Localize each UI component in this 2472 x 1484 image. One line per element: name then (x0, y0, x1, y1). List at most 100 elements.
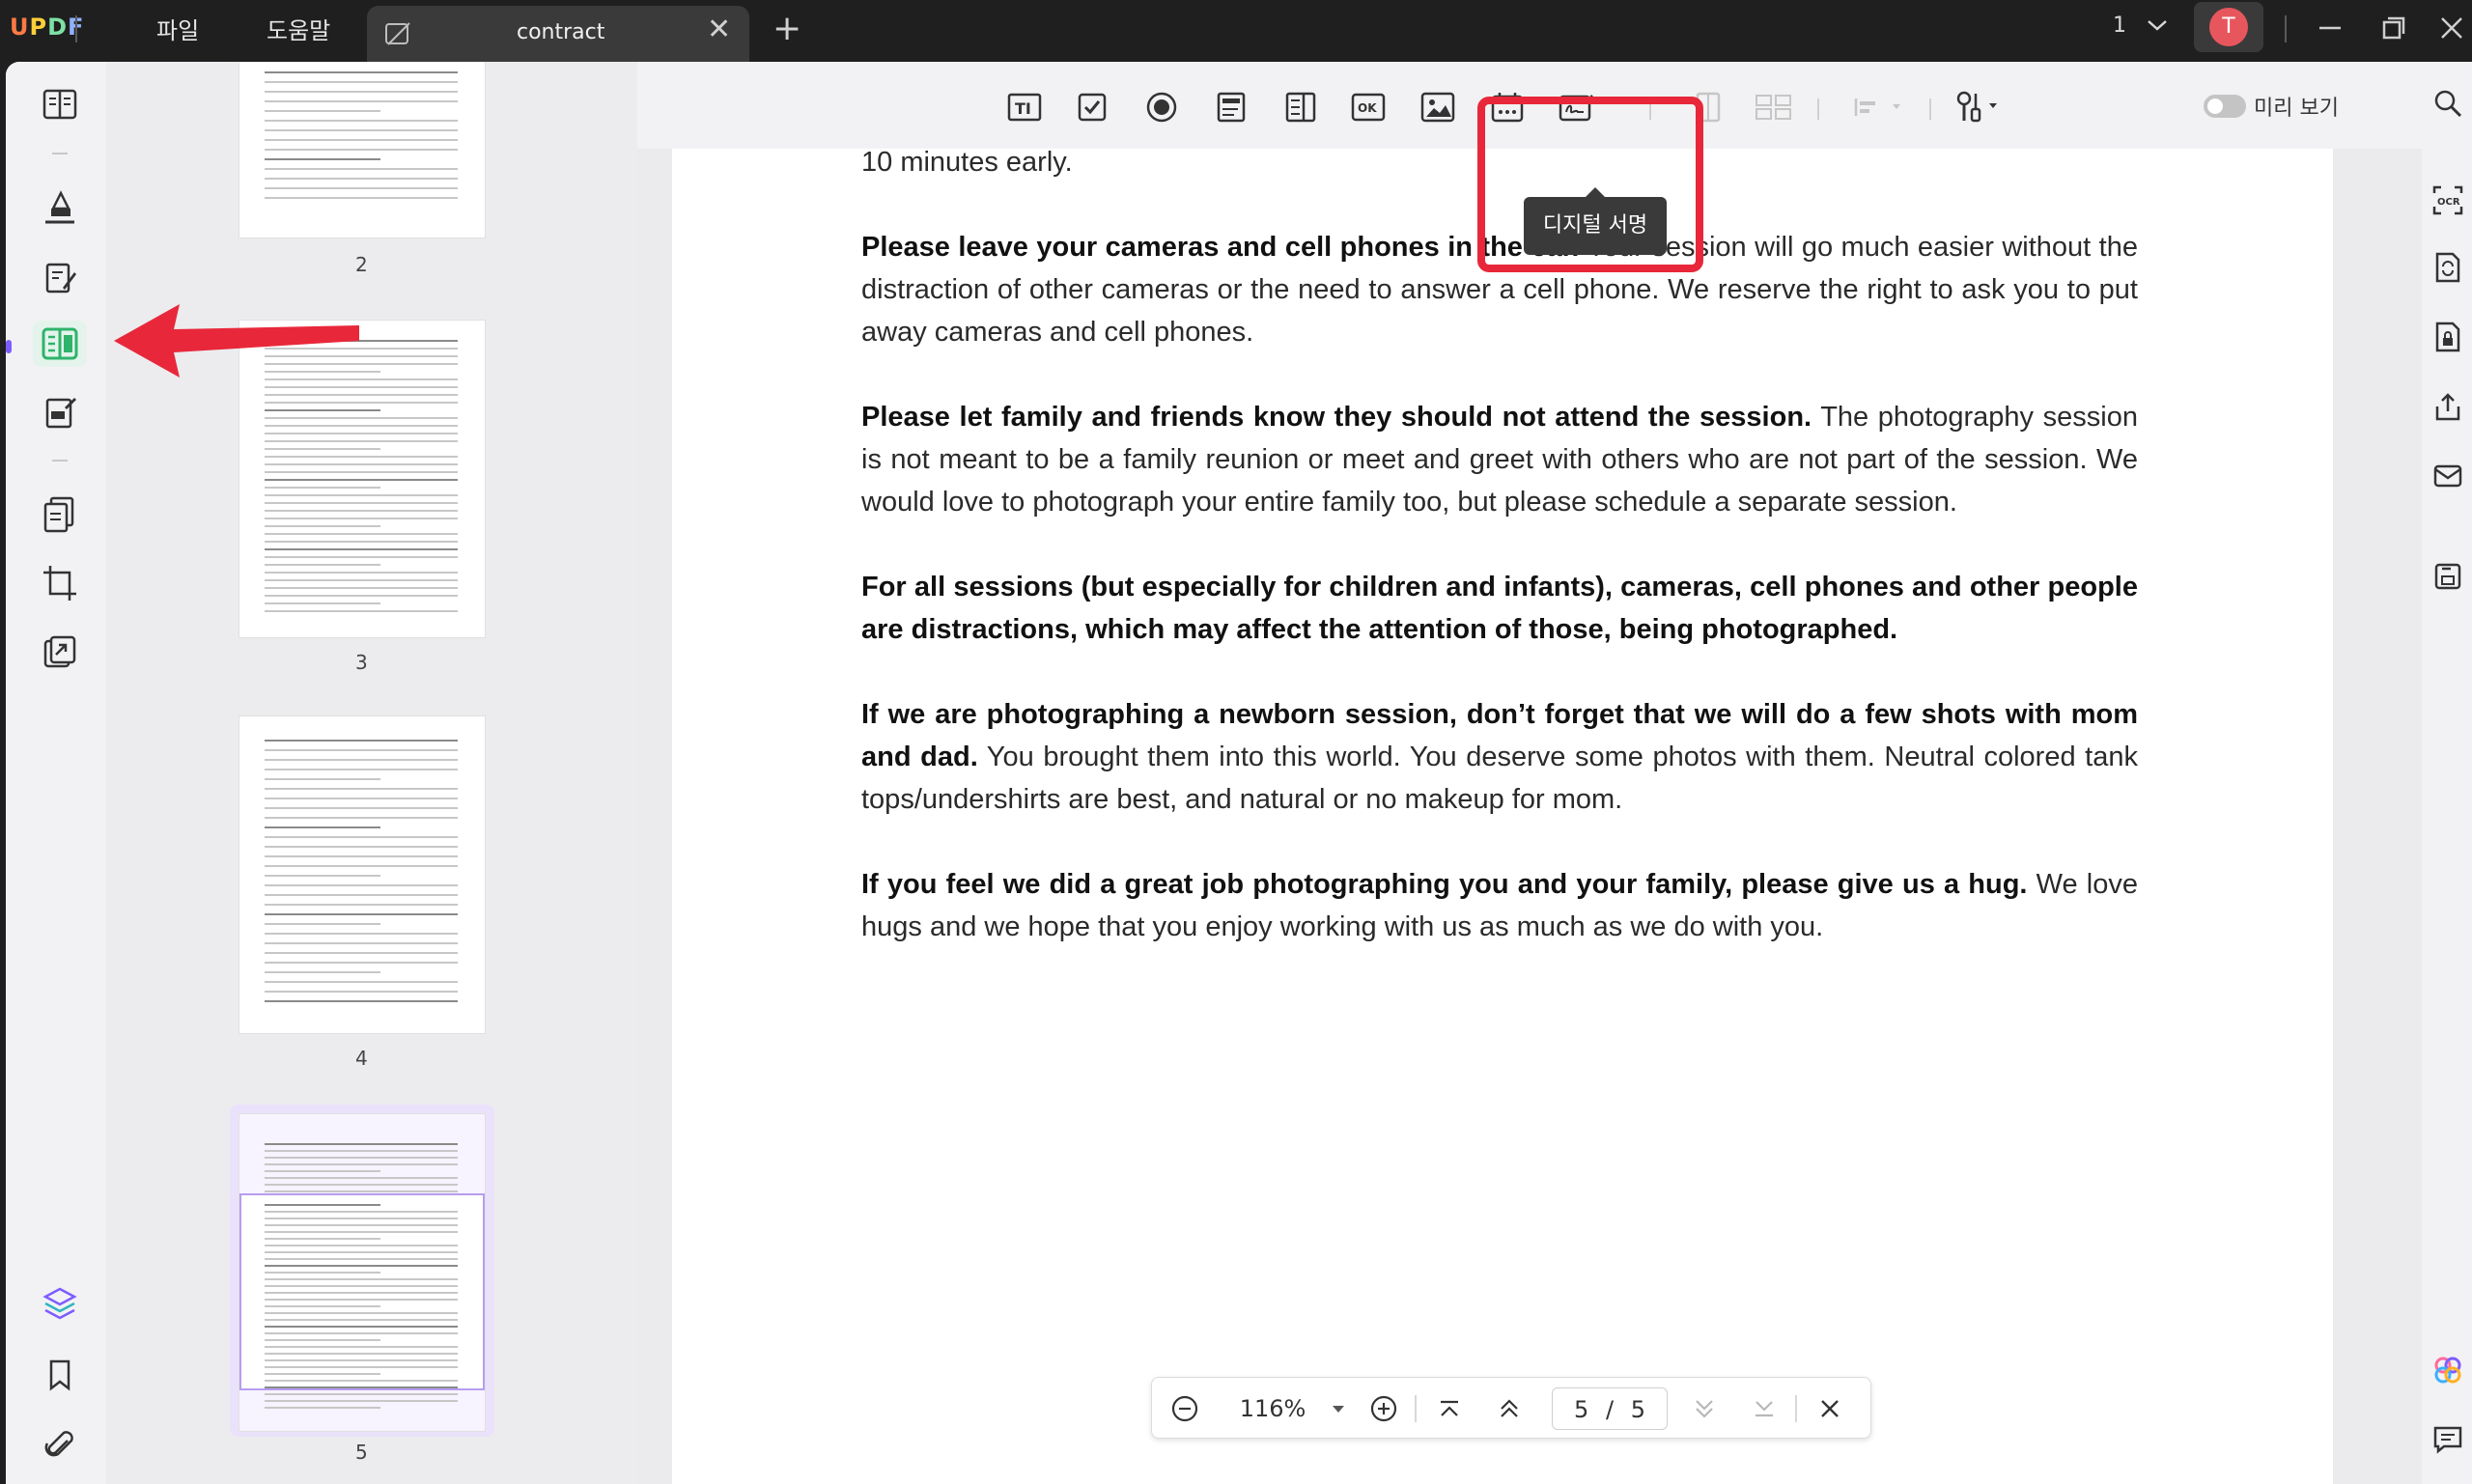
thumbnail-text-line (265, 875, 380, 877)
fill-sign-button[interactable] (33, 390, 87, 436)
text-field-button[interactable]: TI (1002, 85, 1047, 129)
thumbnail-text-line (265, 1184, 458, 1186)
new-tab-button[interactable]: + (772, 10, 801, 48)
form-mode-button[interactable] (33, 321, 87, 367)
document-tab[interactable]: contract ✕ (367, 6, 749, 62)
thumbnail-text-line (265, 884, 458, 886)
thumbnail-text-line (265, 129, 458, 131)
left-tool-rail (6, 62, 106, 1484)
ai-assistant-button[interactable] (2430, 1352, 2466, 1388)
previous-page-button[interactable] (1492, 1393, 1527, 1424)
organize-pages-button[interactable] (33, 490, 87, 537)
thumbnail-text-line (265, 1299, 458, 1301)
save-button[interactable] (2430, 558, 2466, 595)
page-navigation-bar: 116% 5 / 5 (1151, 1377, 1871, 1439)
paragraph-heading: If you feel we did a great job photograp… (861, 869, 2028, 900)
zoom-dropdown[interactable] (1324, 1393, 1353, 1424)
thumbnail-text-line (265, 448, 380, 450)
svg-text:TI: TI (1015, 99, 1031, 118)
crop-button[interactable] (33, 560, 87, 606)
close-icon (1821, 1400, 1839, 1417)
first-page-button[interactable] (1432, 1393, 1467, 1424)
thumbnail-page-4[interactable] (239, 716, 485, 1033)
ocr-icon: OCR (2432, 185, 2463, 215)
paragraph-heading: Please let family and friends know they … (861, 402, 1812, 433)
preview-label: 미리 보기 (2254, 97, 2339, 121)
thumbnail-text-line (265, 923, 380, 925)
radio-button-button[interactable] (1139, 85, 1184, 129)
app-logo[interactable]: UPDF (10, 14, 84, 41)
close-icon[interactable] (2435, 12, 2468, 44)
layers-button[interactable] (33, 1280, 87, 1327)
thumbnail-text-line (265, 1177, 458, 1179)
button-field-button[interactable]: OK (1346, 85, 1390, 129)
attachment-button[interactable] (33, 1421, 87, 1468)
tooltip: 디지털 서명 (1524, 187, 1667, 255)
protect-button[interactable] (2430, 319, 2466, 355)
minimize-icon[interactable] (2314, 12, 2346, 44)
edit-mode-button[interactable] (33, 255, 87, 301)
tab-close-button[interactable]: ✕ (707, 15, 731, 44)
align-dropdown[interactable] (1850, 85, 1908, 129)
ocr-button[interactable]: OCR (2430, 182, 2466, 218)
button-icon: OK (1351, 93, 1386, 122)
thumbnail-text-line (265, 952, 458, 954)
zoom-in-button[interactable] (1366, 1393, 1401, 1424)
comment-mode-button[interactable] (33, 183, 87, 230)
checkbox-icon (1078, 93, 1107, 122)
thumbnail-text-line (265, 991, 458, 993)
thumbnail-text-line (265, 168, 458, 170)
zoom-out-button[interactable] (1167, 1393, 1202, 1424)
thumbnail-text-line (265, 1400, 458, 1402)
close-navbar-button[interactable] (1812, 1393, 1847, 1424)
user-avatar[interactable]: T (2209, 8, 2248, 46)
thumbnail-page-2[interactable] (239, 62, 485, 238)
dropdown-button[interactable] (1278, 85, 1323, 129)
comment-icon (2433, 1426, 2462, 1454)
form-tools-dropdown[interactable] (1952, 85, 2010, 129)
zoom-level[interactable]: 116% (1220, 1393, 1326, 1424)
share-button[interactable] (2430, 388, 2466, 425)
tab-title: contract (517, 20, 605, 44)
search-button[interactable] (2430, 85, 2466, 122)
convert-button[interactable] (2430, 249, 2466, 286)
window-count[interactable]: 1 (2113, 14, 2168, 38)
thumbnail-text-line (265, 1218, 458, 1219)
thumbnail-text-line (265, 1386, 458, 1388)
page-input[interactable]: 5 / 5 (1552, 1387, 1668, 1430)
comments-button[interactable] (2430, 1421, 2466, 1458)
thumbnail-text-line (265, 1265, 458, 1267)
thumbnail-text-line (265, 610, 458, 612)
thumbnail-text-line (265, 798, 458, 799)
email-button[interactable] (2430, 458, 2466, 494)
thumbnail-text-line (265, 81, 458, 83)
list-box-button[interactable] (1209, 85, 1253, 129)
menu-help[interactable]: 도움말 (267, 12, 330, 45)
toolbar-divider (1929, 98, 1931, 120)
preview-toggle[interactable] (2204, 95, 2246, 118)
thumbnail-text-line (265, 139, 458, 141)
thumbnail-text-line (265, 110, 380, 112)
thumbnail-text-line (265, 463, 458, 465)
bookmark-button[interactable] (33, 1352, 87, 1398)
grid-layout-button[interactable] (1752, 85, 1796, 129)
thumbnail-text-line (265, 541, 458, 543)
thumbnail-text-line (265, 817, 458, 819)
image-field-button[interactable] (1416, 85, 1460, 129)
paragraph-heading: For all sessions (but especially for chi… (861, 572, 2138, 645)
workspace: 2 3 4 5 10 minutes early. Please leave y… (6, 62, 2472, 1484)
bookmark-icon (49, 1359, 70, 1391)
thumbnail-page-5[interactable] (239, 1114, 485, 1431)
checkbox-button[interactable] (1070, 85, 1114, 129)
next-page-button[interactable] (1687, 1393, 1722, 1424)
menu-file[interactable]: 파일 (156, 12, 199, 45)
tools-button[interactable] (33, 630, 87, 676)
restore-icon[interactable] (2377, 12, 2410, 44)
thumbnail-text-line (265, 510, 458, 512)
last-page-button[interactable] (1747, 1393, 1782, 1424)
thumbnail-text-line (265, 1245, 458, 1246)
reader-mode-button[interactable] (33, 81, 87, 127)
last-page-icon (1756, 1401, 1773, 1417)
thumbnail-text-line (265, 836, 458, 838)
toolbar-divider (1817, 98, 1819, 120)
